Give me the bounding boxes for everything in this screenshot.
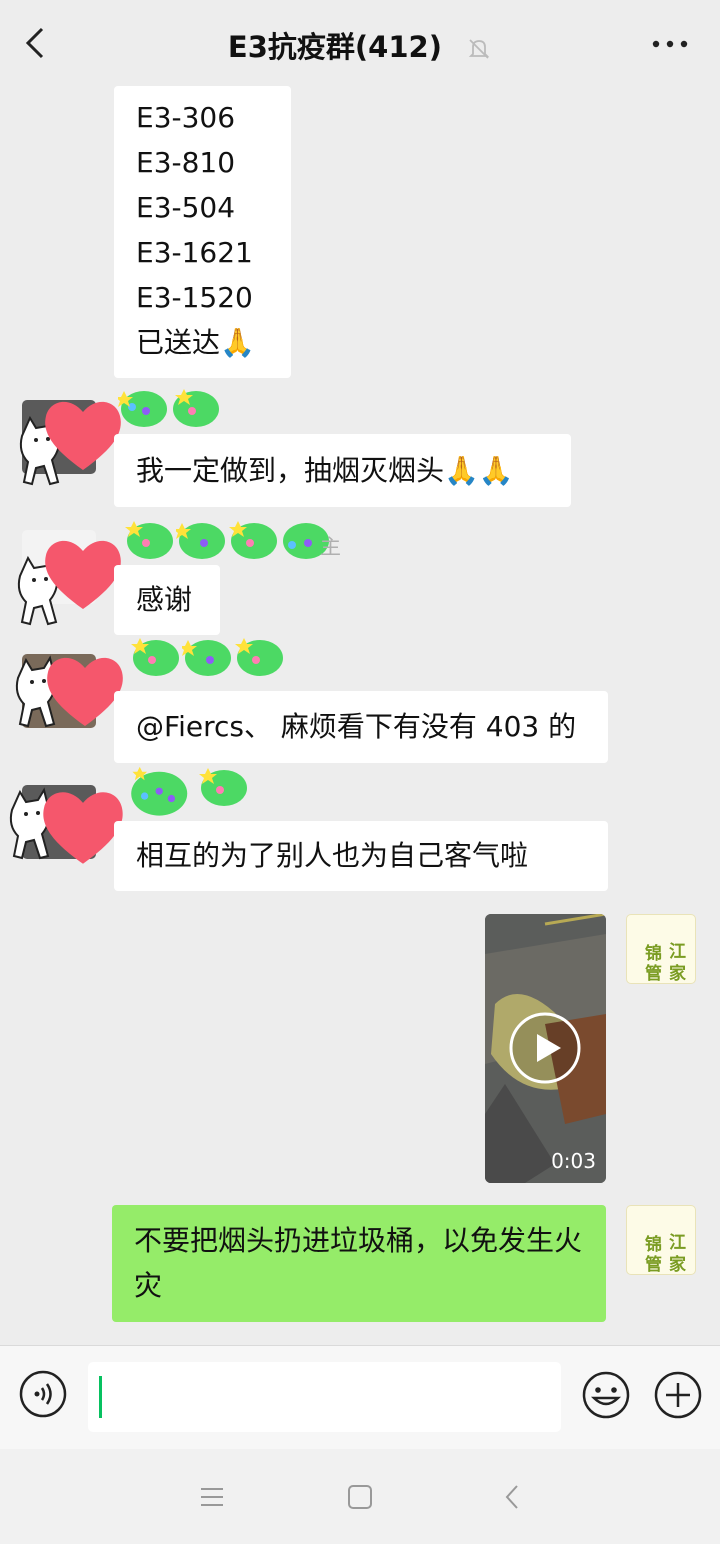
message-bubble-self[interactable]: 不要把烟头扔进垃圾桶，以免发生火灾 bbox=[112, 1205, 606, 1322]
bush-sticker-icon bbox=[176, 523, 225, 559]
message-bubble[interactable]: @Fiercs、 麻烦看下有没有 403 的 bbox=[114, 691, 608, 763]
bush-sticker-icon bbox=[131, 638, 179, 676]
message-line: E3-306 bbox=[136, 101, 236, 134]
sender-name-stickers bbox=[118, 383, 222, 429]
video-message[interactable]: 0:03 bbox=[485, 914, 606, 1183]
plus-icon[interactable] bbox=[653, 1370, 703, 1420]
message-text: 我一定做到，抽烟灭烟头🙏🙏 bbox=[136, 454, 514, 487]
self-avatar[interactable]: 锦 江 管 家 bbox=[626, 914, 696, 984]
bush-sticker-icon bbox=[199, 768, 247, 806]
message-text: 感谢 bbox=[136, 583, 193, 616]
bush-sticker-icon bbox=[235, 638, 283, 676]
message-line: 已送达🙏 bbox=[136, 326, 255, 359]
menu-icon[interactable] bbox=[198, 1483, 226, 1511]
self-avatar[interactable]: 锦 江 管 家 bbox=[626, 1205, 696, 1275]
bush-sticker-icon bbox=[182, 640, 231, 676]
message-line: E3-1520 bbox=[136, 281, 253, 314]
message-line: E3-1621 bbox=[136, 236, 253, 269]
voice-icon[interactable] bbox=[19, 1370, 67, 1418]
sender-name-stickers bbox=[120, 762, 250, 818]
sender-name-stickers bbox=[124, 515, 332, 561]
play-icon[interactable] bbox=[508, 1011, 582, 1085]
heart-sticker-icon bbox=[45, 540, 121, 609]
bush-sticker-icon bbox=[229, 521, 277, 559]
bell-muted-icon bbox=[468, 39, 490, 59]
bush-sticker-icon bbox=[173, 389, 219, 427]
message-bubble[interactable]: 我一定做到，抽烟灭烟头🙏🙏 bbox=[114, 434, 571, 507]
bush-sticker-icon bbox=[125, 521, 173, 559]
avatar-char: 家 bbox=[669, 964, 686, 984]
message-text: 不要把烟头扔进垃圾桶，以免发生火灾 bbox=[134, 1224, 583, 1302]
bush-sticker-icon bbox=[131, 766, 188, 816]
avatar-char: 管 bbox=[645, 964, 662, 984]
sender-name-stickers bbox=[130, 632, 286, 678]
heart-sticker-icon bbox=[45, 401, 121, 470]
message-text: 相互的为了别人也为自己客气啦 bbox=[136, 839, 529, 872]
home-square-icon[interactable] bbox=[346, 1483, 374, 1511]
bush-sticker-icon bbox=[118, 391, 167, 427]
avatar-char: 管 bbox=[645, 1255, 662, 1275]
message-input[interactable] bbox=[88, 1362, 561, 1432]
nav-back-icon[interactable] bbox=[499, 1483, 527, 1511]
message-text: @Fiercs、 麻烦看下有没有 403 的 bbox=[136, 710, 577, 743]
emoji-icon[interactable] bbox=[581, 1370, 631, 1420]
video-duration: 0:03 bbox=[551, 1149, 596, 1173]
chat-title-wrap: E3抗疫群(412) bbox=[0, 24, 720, 66]
chat-title: E3抗疫群(412) bbox=[227, 30, 442, 64]
message-bubble[interactable]: 感谢 bbox=[114, 565, 220, 635]
sender-name: 主 bbox=[320, 535, 341, 559]
chat-header: E3抗疫群(412) bbox=[0, 0, 720, 86]
message-bubble[interactable]: E3-306 E3-810 E3-504 E3-1621 E3-1520 已送达… bbox=[114, 86, 291, 378]
text-caret bbox=[99, 1376, 102, 1418]
message-bubble[interactable]: 相互的为了别人也为自己客气啦 bbox=[114, 821, 608, 891]
message-line: E3-504 bbox=[136, 191, 236, 224]
message-line: E3-810 bbox=[136, 146, 236, 179]
avatar-char: 家 bbox=[669, 1255, 686, 1275]
more-dots-icon[interactable] bbox=[652, 40, 688, 48]
